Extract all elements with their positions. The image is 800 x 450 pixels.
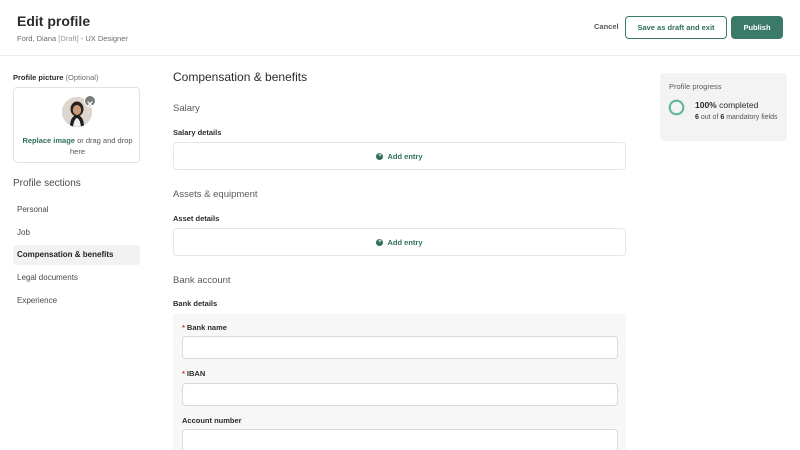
progress-mandatory-text: mandatory fields	[726, 114, 778, 121]
progress-out-of: out of	[700, 114, 719, 121]
add-entry-label: Add entry	[387, 237, 423, 247]
plus-icon: +	[376, 238, 384, 246]
close-icon	[87, 101, 93, 107]
assets-heading: Assets & equipment	[173, 189, 258, 200]
bank-account-heading: Bank account	[173, 275, 231, 286]
progress-completed-word: completed	[719, 100, 759, 110]
profile-picture-label-text: Profile picture	[13, 73, 64, 82]
draft-status: [Draft]	[58, 34, 79, 43]
bank-name-input[interactable]	[182, 336, 618, 359]
drag-drop-text: or drag and drop here	[69, 136, 133, 156]
iban-label-text: IBAN	[186, 369, 206, 378]
section-item-job[interactable]: Job	[13, 223, 140, 243]
bank-details-panel: * Bank name * IBAN Account number	[173, 314, 626, 450]
salary-heading: Salary	[173, 103, 200, 114]
employee-role: - UX Designer	[80, 34, 128, 43]
profile-progress-card: Profile progress 100% completed 6 out of…	[660, 73, 787, 141]
plus-icon: +	[376, 152, 384, 160]
profile-sections-title: Profile sections	[13, 178, 81, 189]
required-marker: *	[182, 323, 185, 332]
page-subtitle: Ford, Diana [Draft] - UX Designer	[17, 34, 128, 43]
page-title: Edit profile	[17, 13, 91, 29]
section-item-compensation[interactable]: Compensation & benefits	[13, 245, 140, 266]
progress-total-count: 6	[720, 114, 725, 121]
asset-details-label: Asset details	[173, 214, 220, 223]
add-salary-entry-button[interactable]: + Add entry	[173, 142, 626, 170]
employee-name: Ford, Diana	[17, 34, 57, 43]
progress-title: Profile progress	[669, 82, 722, 91]
progress-percent-value: 100%	[695, 100, 717, 110]
progress-done-count: 6	[695, 114, 699, 121]
bank-name-label-text: Bank name	[186, 323, 227, 332]
progress-ring-icon	[668, 99, 685, 116]
progress-percent: 100% completed	[695, 100, 758, 110]
cancel-button[interactable]: Cancel	[594, 22, 619, 31]
iban-label: * IBAN	[182, 369, 205, 378]
required-marker: *	[182, 369, 185, 378]
replace-image-link[interactable]: Replace image	[22, 136, 75, 145]
optional-tag: (Optional)	[65, 73, 99, 82]
remove-photo-button[interactable]	[84, 95, 96, 107]
account-number-input[interactable]	[182, 429, 618, 450]
page-header: Edit profile Ford, Diana [Draft] - UX De…	[0, 0, 800, 56]
progress-detail: 6 out of 6 mandatory fields	[695, 113, 783, 123]
salary-details-label: Salary details	[173, 128, 222, 137]
save-draft-button[interactable]: Save as draft and exit	[625, 16, 727, 39]
publish-button[interactable]: Publish	[731, 16, 783, 39]
upload-instructions: Replace image or drag and drop here	[22, 135, 133, 157]
bank-details-label: Bank details	[173, 299, 218, 308]
section-title: Compensation & benefits	[173, 70, 308, 84]
profile-sections-nav: Personal Job Compensation & benefits Leg…	[13, 200, 140, 313]
bank-name-label: * Bank name	[182, 323, 227, 332]
add-asset-entry-button[interactable]: + Add entry	[173, 228, 626, 256]
account-number-label: Account number	[182, 416, 242, 425]
section-item-personal[interactable]: Personal	[13, 200, 140, 220]
progress-ring-fill	[668, 99, 685, 116]
profile-picture-label: Profile picture (Optional)	[13, 73, 98, 82]
section-item-legal-documents[interactable]: Legal documents	[13, 268, 140, 288]
add-entry-label: Add entry	[387, 151, 423, 161]
section-item-experience[interactable]: Experience	[13, 291, 140, 311]
iban-input[interactable]	[182, 383, 618, 406]
profile-picture-dropzone[interactable]: Replace image or drag and drop here	[13, 87, 140, 163]
